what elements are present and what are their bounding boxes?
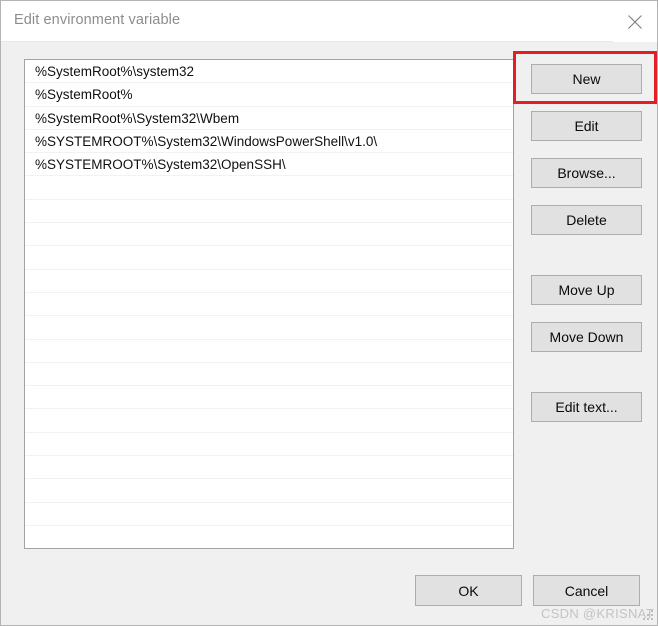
ok-button[interactable]: OK: [415, 575, 522, 606]
list-item-empty[interactable]: [25, 200, 513, 224]
list-item[interactable]: %SystemRoot%\System32\Wbem: [25, 107, 513, 130]
new-button[interactable]: New: [531, 64, 642, 94]
list-item[interactable]: %SystemRoot%: [25, 83, 513, 107]
list-item-empty[interactable]: [25, 293, 513, 317]
list-item-empty[interactable]: [25, 409, 513, 433]
list-item-empty[interactable]: [25, 176, 513, 200]
list-item[interactable]: %SYSTEMROOT%\System32\OpenSSH\: [25, 153, 513, 177]
list-item-empty[interactable]: [25, 316, 513, 340]
path-entries-listbox[interactable]: %SystemRoot%\system32 %SystemRoot% %Syst…: [24, 59, 514, 549]
list-item-empty[interactable]: [25, 503, 513, 526]
list-item-empty[interactable]: [25, 433, 513, 457]
list-item-empty[interactable]: [25, 526, 513, 548]
browse-button[interactable]: Browse...: [531, 158, 642, 188]
list-item-empty[interactable]: [25, 363, 513, 387]
list-item-empty[interactable]: [25, 386, 513, 410]
list-item-empty[interactable]: [25, 340, 513, 363]
title-bar: Edit environment variable: [1, 1, 657, 42]
list-item-empty[interactable]: [25, 223, 513, 247]
list-item-empty[interactable]: [25, 246, 513, 270]
edit-button[interactable]: Edit: [531, 111, 642, 141]
delete-button[interactable]: Delete: [531, 205, 642, 235]
close-icon: [628, 15, 642, 29]
move-down-button[interactable]: Move Down: [531, 322, 642, 352]
edit-text-button[interactable]: Edit text...: [531, 392, 642, 422]
move-up-button[interactable]: Move Up: [531, 275, 642, 305]
cancel-button[interactable]: Cancel: [533, 575, 640, 606]
close-button[interactable]: [613, 1, 657, 42]
list-item[interactable]: %SYSTEMROOT%\System32\WindowsPowerShell\…: [25, 130, 513, 154]
resize-grip-icon[interactable]: [642, 610, 654, 622]
list-item-empty[interactable]: [25, 479, 513, 503]
list-item[interactable]: %SystemRoot%\system32: [25, 60, 513, 84]
list-item-empty[interactable]: [25, 270, 513, 293]
edit-environment-variable-dialog: Edit environment variable %SystemRoot%\s…: [0, 0, 658, 626]
list-item-empty[interactable]: [25, 456, 513, 480]
window-title: Edit environment variable: [14, 12, 181, 28]
watermark: CSDN @KRISNAT: [541, 606, 654, 621]
